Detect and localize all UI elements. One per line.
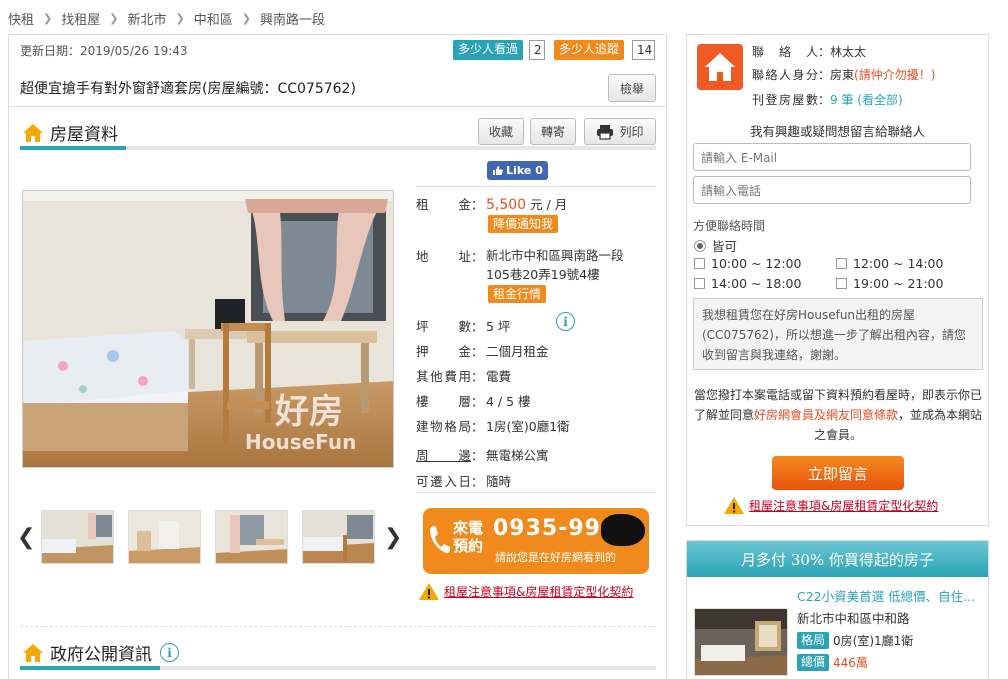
thumbnail-next-arrow[interactable]: ❯ bbox=[384, 525, 402, 550]
section-title: 房屋資料 bbox=[50, 125, 118, 145]
breadcrumb: 快租 ❯ 找租屋 ❯ 新北市 ❯ 中和區 ❯ 興南路一段 bbox=[8, 8, 325, 28]
contact-person: 聯絡人： 林太太 bbox=[752, 45, 867, 59]
terms-link[interactable]: 好房網會員及網友同意條款 bbox=[754, 408, 898, 422]
promo-header: 月多付 30% 你買得起的房子 bbox=[687, 541, 988, 577]
listing-title: 超便宜搶手有對外窗舒適套房(房屋編號：CC075762) bbox=[20, 81, 356, 97]
thumbnail[interactable] bbox=[128, 510, 201, 564]
divider bbox=[9, 106, 666, 107]
spec-address: 地址： 新北市中和區興南路一段 105巷20弄19號4樓 bbox=[416, 248, 624, 282]
forward-button[interactable]: 轉寄 bbox=[530, 118, 576, 145]
message-textarea[interactable]: 我想租賃您在好房Housefun出租的房屋(CC075762)，所以想進一步了解… bbox=[693, 298, 983, 370]
printer-icon bbox=[597, 124, 614, 140]
thumbnail[interactable] bbox=[302, 510, 375, 564]
spec-size: 坪數： 5 坪 bbox=[416, 319, 511, 334]
info-icon[interactable]: i bbox=[160, 643, 179, 662]
print-button[interactable]: 列印 bbox=[584, 118, 656, 145]
spec-rent: 租金： 5,500 元 / 月 bbox=[416, 197, 568, 213]
time-option-checkbox[interactable]: 19:00 ~ 21:00 bbox=[836, 276, 943, 291]
rental-notice-link[interactable]: 租屋注意事項&房屋租賃定型化契約 bbox=[418, 582, 633, 601]
thumbnail-prev-arrow[interactable]: ❮ bbox=[17, 525, 35, 550]
divider bbox=[416, 186, 656, 187]
divider bbox=[20, 626, 656, 627]
price-drop-alert-button[interactable]: 降價通知我 bbox=[488, 215, 559, 233]
view-count-label: 多少人看過 bbox=[453, 40, 524, 60]
divider bbox=[416, 492, 656, 493]
track-count-label: 多少人追蹤 bbox=[554, 40, 625, 60]
spec-floor: 樓層： 4 / 5 樓 bbox=[416, 394, 531, 409]
chevron-right-icon: ❯ bbox=[175, 11, 185, 25]
promo-title-link[interactable]: C22小資美首選 低總價、自住... bbox=[797, 586, 983, 605]
view-count: 2 bbox=[529, 40, 545, 60]
breadcrumb-item[interactable]: 新北市 bbox=[127, 9, 166, 28]
breadcrumb-item[interactable]: 中和區 bbox=[194, 9, 233, 28]
section-underline bbox=[20, 666, 656, 670]
breadcrumb-item[interactable]: 快租 bbox=[8, 9, 34, 28]
chevron-right-icon: ❯ bbox=[109, 11, 119, 25]
chevron-right-icon: ❯ bbox=[241, 11, 251, 25]
radio-icon bbox=[694, 239, 706, 252]
submit-message-button[interactable]: 立即留言 bbox=[772, 456, 904, 490]
section-title: 政府公開資訊 bbox=[50, 645, 152, 665]
call-note: 請說您是在好房網看到的 bbox=[495, 551, 616, 564]
contact-identity: 聯絡人身分： 房東 (請仲介勿擾！) bbox=[752, 68, 936, 82]
warning-icon bbox=[419, 583, 439, 600]
checkbox-icon bbox=[694, 258, 705, 269]
call-label: 來電預約 bbox=[453, 519, 484, 555]
disclaimer-text: 當您撥打本案電話或留下資料預約看屋時，即表示你已了解並同意好房網會員及網友同意條… bbox=[693, 388, 983, 442]
phone-number-mask bbox=[601, 514, 645, 546]
update-date: 更新日期：2019/05/26 19:43 bbox=[20, 44, 188, 58]
house-icon bbox=[23, 123, 43, 142]
spec-move-in: 可遷入日： 隨時 bbox=[416, 474, 512, 489]
spec-deposit: 押金： 二個月租金 bbox=[416, 344, 549, 359]
report-button[interactable]: 檢舉 bbox=[608, 74, 656, 102]
call-to-book-button[interactable]: 來電預約 0935-999- 請說您是在好房網看到的 bbox=[423, 508, 649, 574]
thumbnail[interactable] bbox=[41, 510, 114, 564]
thumbs-up-icon bbox=[493, 166, 503, 175]
house-icon bbox=[23, 643, 43, 662]
section-gov-info: 政府公開資訊 i bbox=[22, 640, 179, 665]
landlord-house-icon bbox=[697, 44, 743, 90]
breadcrumb-item[interactable]: 興南路一段 bbox=[260, 9, 325, 28]
like-count: Like 0 bbox=[506, 164, 543, 177]
promo-price: 總價 446萬 bbox=[797, 654, 868, 671]
spec-other-fees: 其他費用： 電費 bbox=[416, 369, 512, 384]
checkbox-icon bbox=[836, 278, 847, 289]
rent-market-button[interactable]: 租金行情 bbox=[488, 285, 547, 303]
watermark-brand: 好房 bbox=[274, 392, 343, 432]
promo-photo[interactable] bbox=[694, 608, 788, 676]
warning-icon bbox=[724, 497, 744, 514]
facebook-like-button[interactable]: Like 0 bbox=[487, 161, 548, 180]
promo-address: 新北市中和區中和路 bbox=[797, 611, 910, 626]
thumbnail[interactable] bbox=[215, 510, 288, 564]
breadcrumb-item[interactable]: 找租屋 bbox=[61, 9, 100, 28]
time-option-checkbox[interactable]: 10:00 ~ 12:00 bbox=[694, 256, 801, 271]
time-option-anytime[interactable]: 皆可 bbox=[694, 236, 737, 255]
contact-listing-count: 刊登房屋數： 9 筆 (看全部) bbox=[752, 91, 903, 108]
checkbox-icon bbox=[694, 278, 705, 289]
promo-layout: 格局 0房(室)1廳1衛 bbox=[797, 632, 913, 649]
print-label: 列印 bbox=[619, 125, 644, 139]
watermark-sub: HouseFun bbox=[245, 430, 356, 454]
phone-icon bbox=[430, 526, 450, 554]
spec-layout: 建物格局： 1房(室)0廳1衛 bbox=[416, 419, 570, 434]
chevron-right-icon: ❯ bbox=[43, 11, 53, 25]
section-underline bbox=[20, 146, 656, 150]
info-icon[interactable]: i bbox=[556, 312, 575, 331]
main-photo[interactable]: 好房 HouseFun bbox=[22, 190, 394, 468]
rent-value: 5,500 bbox=[486, 197, 527, 213]
track-count: 14 bbox=[632, 40, 655, 60]
checkbox-icon bbox=[836, 258, 847, 269]
phone-field[interactable]: 請輸入電話 bbox=[693, 176, 971, 204]
contact-time-heading: 方便聯絡時間 bbox=[693, 219, 766, 233]
time-option-checkbox[interactable]: 14:00 ~ 18:00 bbox=[694, 276, 801, 291]
time-option-checkbox[interactable]: 12:00 ~ 14:00 bbox=[836, 256, 943, 271]
section-house-info: 房屋資料 bbox=[22, 120, 118, 145]
email-field[interactable]: 請輸入 E-Mail bbox=[693, 143, 971, 171]
rental-notice-link[interactable]: 租屋注意事項&房屋租賃定型化契約 bbox=[723, 496, 938, 515]
view-all-link[interactable]: (看全部) bbox=[857, 91, 902, 108]
contact-heading: 我有興趣或疑問想留言給聯絡人 bbox=[749, 124, 925, 139]
favorite-button[interactable]: 收藏 bbox=[478, 118, 524, 145]
spec-surroundings: 周邊： 無電梯公寓 bbox=[416, 448, 549, 463]
